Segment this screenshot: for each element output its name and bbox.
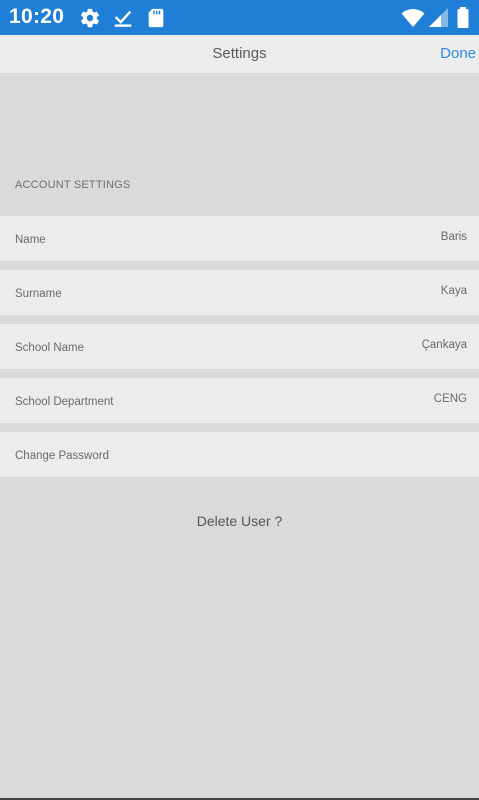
cell-signal-icon: [428, 7, 450, 29]
gear-icon: [79, 7, 101, 29]
name-value: Baris: [440, 231, 467, 243]
status-time: 10:20: [9, 5, 65, 28]
status-bar: 10:20: [0, 0, 479, 35]
surname-row[interactable]: Surname Kaya: [0, 270, 479, 315]
school-department-label: School Department: [15, 396, 114, 408]
name-label: Name: [15, 234, 46, 246]
school-name-label: School Name: [15, 342, 85, 354]
section-header-account: ACCOUNT SETTINGS: [15, 179, 131, 191]
school-department-value: CENG: [433, 393, 467, 405]
name-row[interactable]: Name Baris: [0, 216, 479, 261]
delete-user-button[interactable]: Delete User ?: [0, 509, 479, 533]
download-done-icon: [112, 7, 134, 29]
change-password-label: Change Password: [15, 450, 109, 462]
battery-icon: [455, 7, 471, 29]
change-password-row[interactable]: Change Password: [0, 432, 479, 477]
app-bar: Settings Done: [0, 35, 479, 73]
wifi-icon: [401, 7, 425, 29]
done-button[interactable]: Done: [432, 35, 476, 73]
page-title: Settings: [212, 45, 267, 62]
school-name-row[interactable]: School Name Çankaya: [0, 324, 479, 369]
school-department-row[interactable]: School Department CENG: [0, 378, 479, 423]
school-name-value: Çankaya: [421, 339, 467, 351]
surname-value: Kaya: [440, 285, 467, 297]
surname-label: Surname: [15, 288, 62, 300]
sd-card-icon: [145, 7, 167, 29]
